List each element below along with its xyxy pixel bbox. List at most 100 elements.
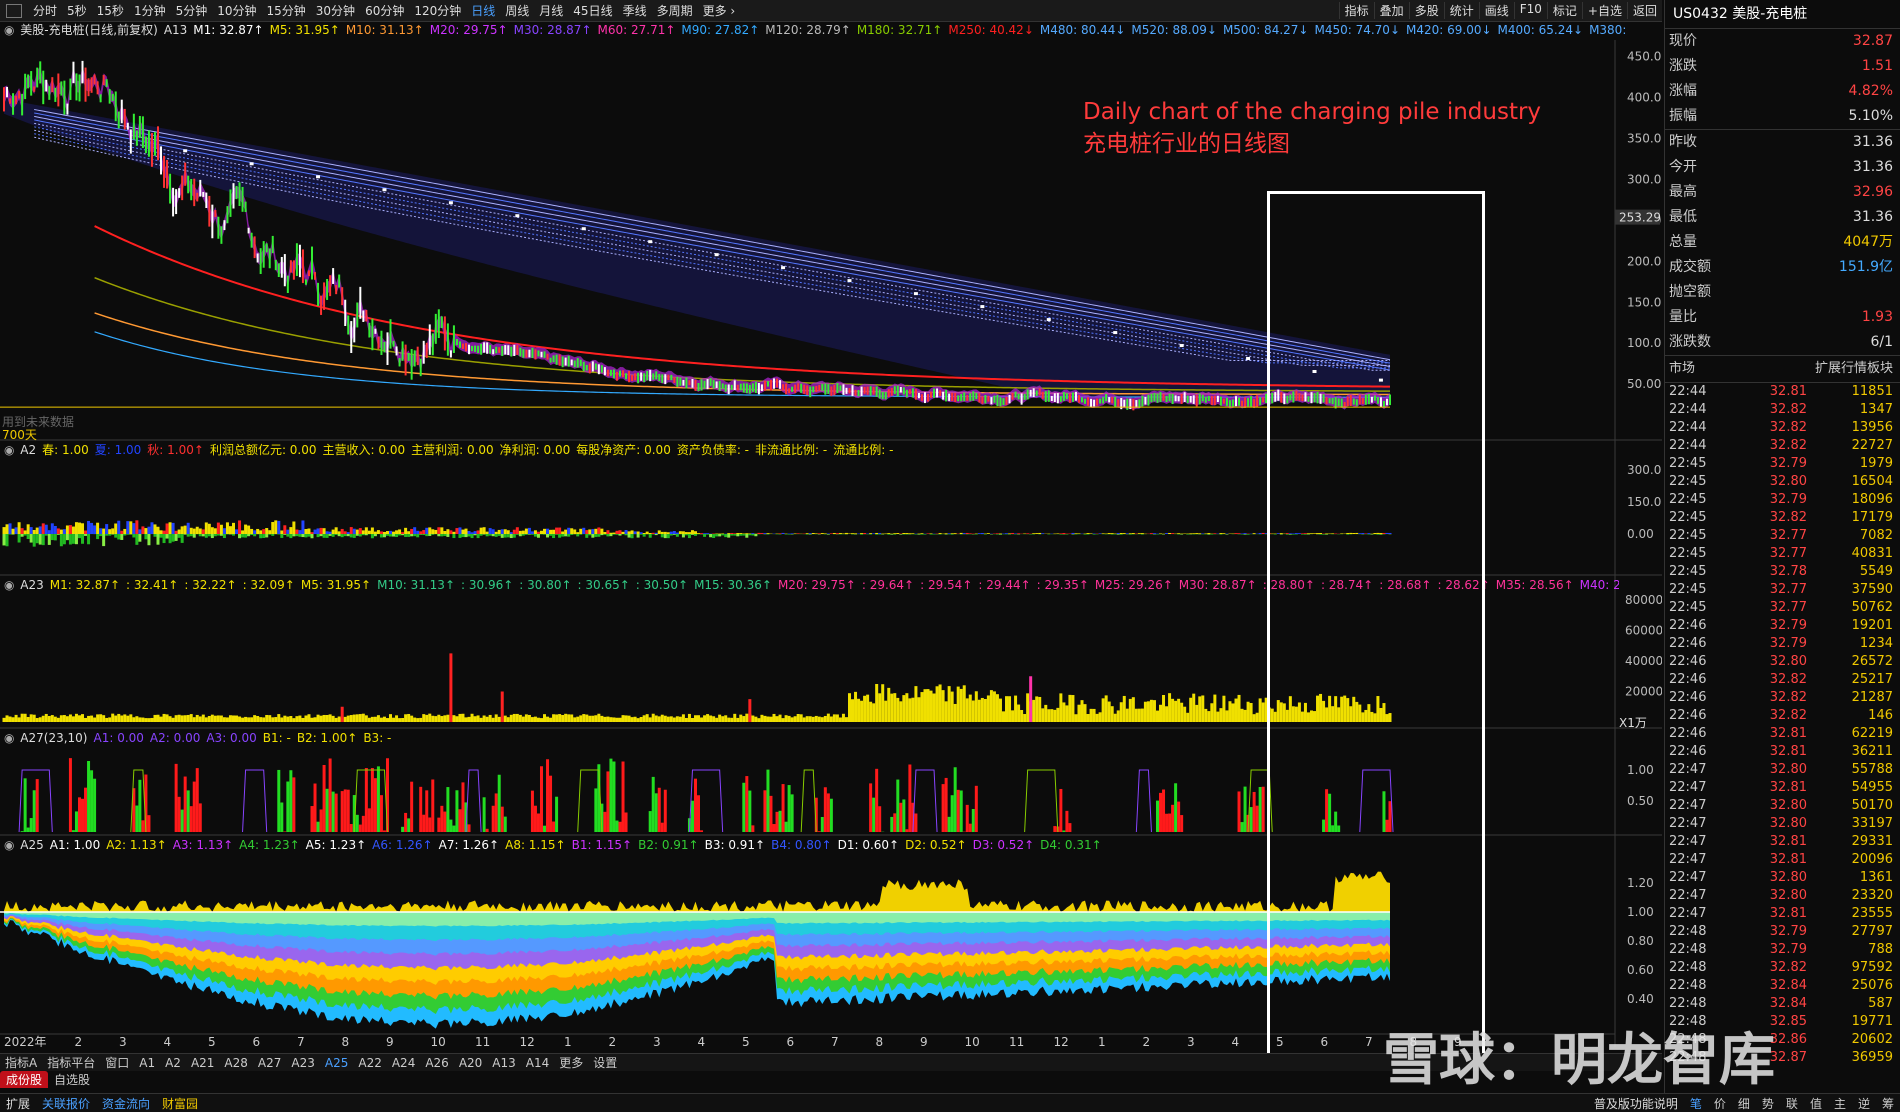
tick-time: 22:47 (1669, 798, 1707, 813)
status-right-item[interactable]: 主 (1828, 1095, 1852, 1112)
group-tab[interactable]: 成份股 (0, 1071, 49, 1088)
indicator-tab[interactable]: A21 (186, 1056, 219, 1070)
market-link[interactable]: 扩展行情板块 (1815, 356, 1893, 382)
window-icon[interactable] (6, 3, 22, 18)
main-legend: ◉ 美股-充电桩(日线,前复权) A13 M1: 32.87↑ M5: 31.95↑ M… (4, 22, 1629, 38)
tick-time: 22:45 (1669, 528, 1707, 543)
indicator-tab[interactable]: 指标A (0, 1054, 42, 1071)
status-right-item[interactable]: 势 (1756, 1095, 1780, 1112)
indicator-name[interactable]: A27(23,10) (20, 731, 87, 745)
indicator-icon[interactable]: ◉ (4, 838, 18, 852)
tool-button[interactable]: 统计 (1443, 2, 1479, 19)
period-tab[interactable]: 5分钟 (171, 2, 213, 19)
status-right-item[interactable]: 普及版功能说明 (1588, 1095, 1684, 1112)
quote-header: US0432 美股-充电桩 (1665, 0, 1900, 29)
tick-time: 22:44 (1669, 384, 1707, 399)
legend-item: 主营利润: 0.00 (411, 443, 494, 457)
indicator-name[interactable]: A25 (20, 838, 43, 852)
indicator-icon[interactable]: ◉ (4, 23, 18, 37)
period-tab[interactable]: 多周期 (652, 2, 698, 19)
group-tab[interactable]: 自选股 (48, 1071, 96, 1088)
status-right-item[interactable]: 笔 (1684, 1095, 1708, 1112)
period-tab[interactable]: 15秒 (92, 2, 129, 19)
indicator-tab[interactable]: A27 (253, 1056, 286, 1070)
period-tab[interactable]: 120分钟 (409, 2, 466, 19)
status-right-item[interactable]: 细 (1732, 1095, 1756, 1112)
quote-value: 31.36 (1852, 134, 1893, 150)
status-right-item[interactable]: 值 (1804, 1095, 1828, 1112)
indicator-tab[interactable]: A22 (353, 1056, 386, 1070)
period-tab[interactable]: 30分钟 (311, 2, 360, 19)
x-tick-label: 7 (297, 1035, 305, 1047)
quote-rows: 现价 32.87 涨跌 1.51 涨幅 4.82% 振幅 5.10% 昨收 31.36 今开 31.3… (1665, 29, 1900, 356)
indicator-icon[interactable]: ◉ (4, 578, 18, 592)
indicator-tab[interactable]: 设置 (588, 1054, 622, 1071)
status-item[interactable]: 资金流向 (96, 1095, 156, 1112)
legend-item: D4: 0.31↑ (1040, 838, 1102, 852)
legend-item: 资产负债率: - (676, 443, 750, 457)
indicator-tab[interactable]: A24 (387, 1056, 420, 1070)
indicator-tab[interactable]: 窗口 (100, 1054, 134, 1071)
status-item[interactable]: 关联报价 (36, 1095, 96, 1112)
x-tick-label: 2 (75, 1035, 83, 1047)
tool-button[interactable]: 指标 (1338, 2, 1374, 19)
indicator-tab[interactable]: 更多 (554, 1054, 588, 1071)
market-row[interactable]: 市场 扩展行情板块 (1665, 356, 1900, 383)
period-tab[interactable]: 5秒 (62, 2, 92, 19)
tool-button[interactable]: 多股 (1408, 2, 1444, 19)
period-tab[interactable]: 45日线 (568, 2, 617, 19)
period-tab[interactable]: 10分钟 (212, 2, 261, 19)
tool-button[interactable]: 画线 (1478, 2, 1514, 19)
tick-time: 22:45 (1669, 456, 1707, 471)
tool-button[interactable]: 返回 (1626, 2, 1662, 19)
indicator-tab[interactable]: A25 (320, 1056, 353, 1070)
indicator-tab[interactable]: A14 (521, 1056, 554, 1070)
period-tab[interactable]: 月线 (534, 2, 568, 19)
status-item[interactable]: 扩展 (0, 1095, 36, 1112)
tick-time: 22:47 (1669, 852, 1707, 867)
tool-button[interactable]: 叠加 (1373, 2, 1409, 19)
ma-marker (980, 305, 985, 309)
indicator-tab[interactable]: A26 (420, 1056, 453, 1070)
status-right-item[interactable]: 筹 (1876, 1095, 1900, 1112)
tick-volume: 50170 (1851, 798, 1893, 813)
tool-button[interactable]: F10 (1513, 2, 1547, 19)
indicator-name[interactable]: A23 (20, 578, 43, 592)
indicator-tab[interactable]: A20 (454, 1056, 487, 1070)
tick-row: 22:47 32.81 54955 (1665, 779, 1900, 797)
period-tab[interactable]: 1分钟 (129, 2, 171, 19)
quote-row: 成交额 151.9亿 (1665, 255, 1900, 280)
indicator-icon[interactable]: ◉ (4, 731, 18, 745)
tool-button[interactable]: +自选 (1581, 2, 1627, 19)
legend-item: M400: 65.24↓ (1497, 23, 1584, 37)
tick-volume: 1234 (1859, 636, 1893, 651)
period-tab[interactable]: 更多 › (698, 2, 741, 19)
indicator-name[interactable]: A2 (20, 443, 36, 457)
status-right-item[interactable]: 价 (1708, 1095, 1732, 1112)
status-right-item[interactable]: 联 (1780, 1095, 1804, 1112)
tool-button[interactable]: 标记 (1546, 2, 1582, 19)
period-tab[interactable]: 15分钟 (262, 2, 311, 19)
indicator-name[interactable]: A13 (164, 23, 187, 37)
period-tab[interactable]: 周线 (500, 2, 534, 19)
status-right-item[interactable]: 逆 (1852, 1095, 1876, 1112)
status-item[interactable]: 财富园 (156, 1095, 204, 1112)
indicator-tab[interactable]: 指标平台 (42, 1054, 100, 1071)
indicator-tab[interactable]: A13 (487, 1056, 520, 1070)
indicator-tab[interactable]: A2 (160, 1056, 186, 1070)
a27-signal (1024, 769, 1059, 833)
indicator-tab[interactable]: A1 (134, 1056, 160, 1070)
indicator-tab[interactable]: A23 (286, 1056, 319, 1070)
period-tab[interactable]: 日线 (466, 2, 500, 19)
tick-volume: 587 (1868, 996, 1893, 1011)
period-tab[interactable]: 60分钟 (360, 2, 409, 19)
period-tab[interactable]: 季线 (618, 2, 652, 19)
indicator-tab[interactable]: A28 (219, 1056, 252, 1070)
tick-price: 32.84 (1769, 996, 1807, 1011)
period-tab[interactable]: 分时 (28, 2, 62, 19)
tick-list[interactable]: 22:44 32.81 11851 22:44 32.82 1347 22:44 32.82 1… (1665, 383, 1900, 1067)
indicator-icon[interactable]: ◉ (4, 443, 18, 457)
tick-row: 22:45 32.78 5549 (1665, 563, 1900, 581)
tick-row: 22:44 32.82 22727 (1665, 437, 1900, 455)
a25-upper-area (4, 871, 1390, 912)
